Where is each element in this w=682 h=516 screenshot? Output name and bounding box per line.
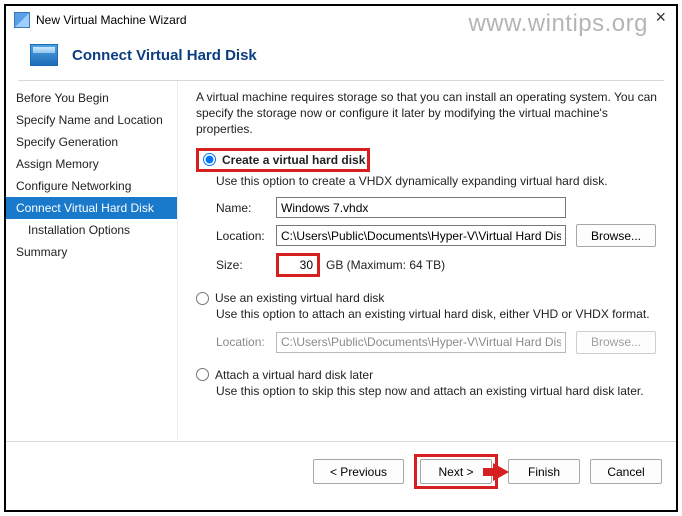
wizard-content: A virtual machine requires storage so th…: [178, 81, 676, 441]
name-label: Name:: [216, 201, 276, 215]
location-label: Location:: [216, 229, 276, 243]
finish-button[interactable]: Finish: [508, 459, 580, 484]
previous-button[interactable]: < Previous: [313, 459, 404, 484]
option-use-existing-row: Use an existing virtual hard disk: [196, 291, 658, 305]
highlight-next: Next >: [414, 454, 498, 489]
browse-button-disabled: Browse...: [576, 331, 656, 354]
step-summary[interactable]: Summary: [6, 241, 177, 263]
existing-location-row: Location: Browse...: [216, 331, 658, 354]
wizard-sidebar: Before You Begin Specify Name and Locati…: [6, 81, 178, 441]
page-title: Connect Virtual Hard Disk: [72, 47, 257, 64]
app-icon: [14, 12, 30, 28]
radio-use-existing-label: Use an existing virtual hard disk: [215, 291, 384, 305]
next-button[interactable]: Next >: [420, 459, 492, 484]
size-row: Size: GB (Maximum: 64 TB): [216, 253, 658, 277]
step-assign-memory[interactable]: Assign Memory: [6, 153, 177, 175]
hard-disk-icon: [30, 44, 58, 66]
existing-location-input: [276, 332, 566, 353]
location-row: Location: Browse...: [216, 224, 658, 247]
option-create-vhd-desc: Use this option to create a VHDX dynamic…: [216, 174, 658, 190]
size-label: Size:: [216, 258, 276, 272]
radio-create-vhd-label: Create a virtual hard disk: [222, 153, 365, 167]
browse-button[interactable]: Browse...: [576, 224, 656, 247]
option-attach-later-row: Attach a virtual hard disk later: [196, 368, 658, 382]
wizard-footer: < Previous Next > Finish Cancel: [6, 441, 676, 501]
intro-text: A virtual machine requires storage so th…: [196, 89, 658, 138]
titlebar: New Virtual Machine Wizard ×: [6, 6, 676, 34]
existing-location-label: Location:: [216, 335, 276, 349]
name-input[interactable]: [276, 197, 566, 218]
wizard-body: Before You Begin Specify Name and Locati…: [6, 81, 676, 441]
radio-attach-later-label: Attach a virtual hard disk later: [215, 368, 373, 382]
wizard-window: www.wintips.org New Virtual Machine Wiza…: [4, 4, 678, 512]
use-existing-fields: Location: Browse...: [216, 331, 658, 354]
highlight-create-vhd: Create a virtual hard disk: [196, 148, 370, 172]
name-row: Name:: [216, 197, 658, 218]
option-attach-later-desc: Use this option to skip this step now an…: [216, 384, 658, 400]
close-icon[interactable]: ×: [651, 8, 670, 26]
radio-attach-later[interactable]: [196, 368, 209, 381]
location-input[interactable]: [276, 225, 566, 246]
size-suffix: GB (Maximum: 64 TB): [326, 258, 445, 272]
option-create-vhd-row: Create a virtual hard disk: [196, 148, 658, 172]
step-connect-vhd[interactable]: Connect Virtual Hard Disk: [6, 197, 177, 219]
step-specify-name-location[interactable]: Specify Name and Location: [6, 109, 177, 131]
step-before-you-begin[interactable]: Before You Begin: [6, 87, 177, 109]
step-installation-options[interactable]: Installation Options: [6, 219, 177, 241]
step-specify-generation[interactable]: Specify Generation: [6, 131, 177, 153]
radio-use-existing[interactable]: [196, 292, 209, 305]
option-use-existing-desc: Use this option to attach an existing vi…: [216, 307, 658, 323]
wizard-header: Connect Virtual Hard Disk: [6, 34, 676, 80]
cancel-button[interactable]: Cancel: [590, 459, 662, 484]
size-input[interactable]: [276, 253, 320, 277]
window-title: New Virtual Machine Wizard: [36, 13, 187, 27]
create-vhd-fields: Name: Location: Browse... Size: GB (Maxi…: [216, 197, 658, 277]
step-configure-networking[interactable]: Configure Networking: [6, 175, 177, 197]
radio-create-vhd[interactable]: [203, 153, 216, 166]
